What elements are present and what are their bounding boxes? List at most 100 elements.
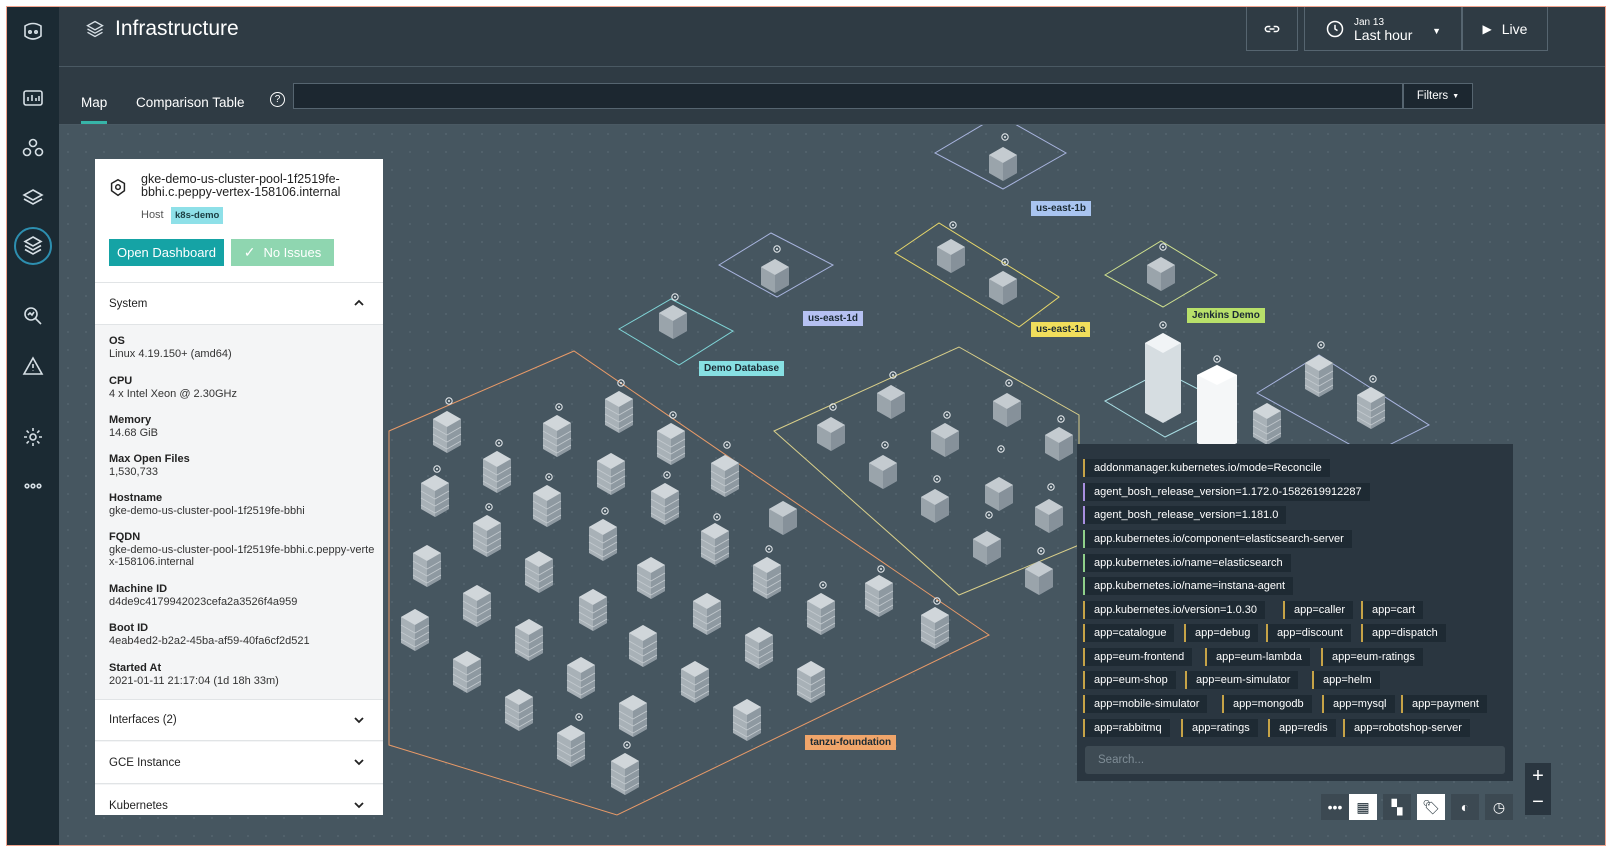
label-tag[interactable]: app=catalogue <box>1083 624 1175 642</box>
services-icon[interactable] <box>14 129 52 167</box>
host-node[interactable] <box>1147 257 1175 291</box>
host-node[interactable] <box>817 417 845 451</box>
host-node[interactable] <box>869 455 897 489</box>
label-tag[interactable]: app=eum-frontend <box>1083 648 1193 666</box>
label-tag[interactable]: app=eum-ratings <box>1321 648 1423 666</box>
label-tag[interactable]: addonmanager.kubernetes.io/mode=Reconcil… <box>1083 459 1330 477</box>
host-node[interactable] <box>769 501 797 535</box>
host-node[interactable] <box>659 305 687 339</box>
tab-map[interactable]: Map <box>81 95 107 110</box>
zone-label-tanzu[interactable]: tanzu-foundation <box>805 735 897 750</box>
zone-label-us-east-1a[interactable]: us-east-1a <box>1031 322 1091 337</box>
history-icon[interactable]: ◷ <box>1485 794 1513 820</box>
host-node[interactable] <box>1045 427 1073 461</box>
label-tag[interactable]: app=eum-simulator <box>1185 671 1299 689</box>
host-node[interactable] <box>1035 499 1063 533</box>
theme-icon[interactable]: ◐ <box>1451 794 1479 820</box>
host-node[interactable] <box>420 474 450 518</box>
search-input[interactable] <box>293 83 1403 109</box>
host-node[interactable] <box>636 556 666 600</box>
labels-search-input[interactable]: Search... <box>1085 746 1505 774</box>
host-node[interactable] <box>400 608 430 652</box>
more-options-icon[interactable]: ••• <box>1321 794 1349 820</box>
zoom-out-button[interactable]: − <box>1525 789 1551 815</box>
analytics-icon[interactable] <box>14 297 52 335</box>
zone-outline-right-b[interactable] <box>1256 354 1431 456</box>
label-tag[interactable]: app.kubernetes.io/component=elasticsearc… <box>1083 530 1352 548</box>
host-node[interactable] <box>650 482 680 526</box>
zone-label-jenkins[interactable]: Jenkins Demo <box>1187 308 1265 323</box>
host-node[interactable] <box>796 660 826 704</box>
host-node[interactable] <box>596 452 626 496</box>
host-node[interactable] <box>514 618 544 662</box>
host-node[interactable] <box>993 393 1021 427</box>
zone-label-demo-database[interactable]: Demo Database <box>699 361 785 376</box>
label-tag[interactable]: agent_bosh_release_version=1.172.0-15826… <box>1083 483 1370 501</box>
host-node[interactable] <box>700 522 730 566</box>
label-tag[interactable]: app=robotshop-server <box>1343 719 1470 737</box>
more-icon[interactable] <box>14 467 52 505</box>
host-node[interactable] <box>989 147 1017 181</box>
label-tag[interactable]: app=eum-lambda <box>1205 648 1310 666</box>
tall-host-node[interactable] <box>1197 365 1237 453</box>
host-node[interactable] <box>1356 386 1386 430</box>
host-node[interactable] <box>482 450 512 494</box>
host-node[interactable] <box>452 650 482 694</box>
host-node[interactable] <box>761 259 789 293</box>
host-node[interactable] <box>432 410 462 454</box>
label-tag[interactable]: app=eum-shop <box>1083 671 1176 689</box>
host-node[interactable] <box>744 626 774 670</box>
logo-icon[interactable] <box>14 13 52 51</box>
host-node[interactable] <box>921 489 949 523</box>
no-issues-button[interactable]: ✓ No Issues <box>231 239 334 266</box>
platforms-icon[interactable] <box>14 179 52 217</box>
label-tag[interactable]: app=rabbitmq <box>1083 719 1170 737</box>
time-range-button[interactable]: Jan 13 Last hour ▼ <box>1304 7 1462 51</box>
zone-outline-tanzu[interactable] <box>388 350 990 816</box>
infrastructure-icon[interactable] <box>14 227 52 265</box>
host-node[interactable] <box>920 606 950 650</box>
host-node[interactable] <box>532 484 562 528</box>
settings-icon[interactable] <box>14 418 52 456</box>
host-node[interactable] <box>566 656 596 700</box>
tall-host-node[interactable] <box>1145 333 1181 423</box>
dashboard-icon[interactable] <box>14 80 52 118</box>
label-tag[interactable]: app.kubernetes.io/name=instana-agent <box>1083 577 1294 595</box>
host-node[interactable] <box>989 271 1017 305</box>
label-tag[interactable]: app=mobile-simulator <box>1083 695 1208 713</box>
host-node[interactable] <box>732 698 762 742</box>
host-node[interactable] <box>472 514 502 558</box>
host-node[interactable] <box>610 752 640 796</box>
tab-comparison-table[interactable]: Comparison Table <box>136 95 245 110</box>
grid-view-icon[interactable]: ▦ <box>1349 794 1377 820</box>
label-tag[interactable]: app=payment <box>1401 695 1487 713</box>
host-node[interactable] <box>462 584 492 628</box>
label-tag[interactable]: app=redis <box>1268 719 1336 737</box>
host-node[interactable] <box>542 414 572 458</box>
label-tag[interactable]: app=discount <box>1266 624 1351 642</box>
host-node[interactable] <box>504 688 534 732</box>
host-node[interactable] <box>931 423 959 457</box>
help-icon[interactable]: ? <box>270 92 285 107</box>
label-tag[interactable]: app=caller <box>1283 601 1354 619</box>
filters-button[interactable]: Filters ▼ <box>1403 83 1473 109</box>
share-link-button[interactable] <box>1246 7 1298 51</box>
host-node[interactable] <box>877 385 905 419</box>
host-node[interactable] <box>692 592 722 636</box>
host-node[interactable] <box>806 592 836 636</box>
zone-label-us-east-1b[interactable]: us-east-1b <box>1031 201 1092 216</box>
label-tag[interactable]: app=mysql <box>1322 695 1395 713</box>
zone-label-us-east-1d[interactable]: us-east-1d <box>803 311 864 326</box>
interfaces-section-header[interactable]: Interfaces (2) <box>95 699 383 741</box>
label-tag[interactable]: app=cart <box>1361 601 1424 619</box>
zone-outline-center[interactable] <box>773 346 1080 596</box>
zone-outline-us-east-1a[interactable] <box>894 222 1060 328</box>
host-node[interactable] <box>710 454 740 498</box>
label-tag[interactable]: app=debug <box>1184 624 1259 642</box>
gce-section-header[interactable]: GCE Instance <box>95 742 383 784</box>
host-node[interactable] <box>618 694 648 738</box>
host-node[interactable] <box>937 239 965 273</box>
host-node[interactable] <box>524 550 554 594</box>
label-tag[interactable]: app.kubernetes.io/name=elasticsearch <box>1083 554 1291 572</box>
host-node[interactable] <box>973 531 1001 565</box>
